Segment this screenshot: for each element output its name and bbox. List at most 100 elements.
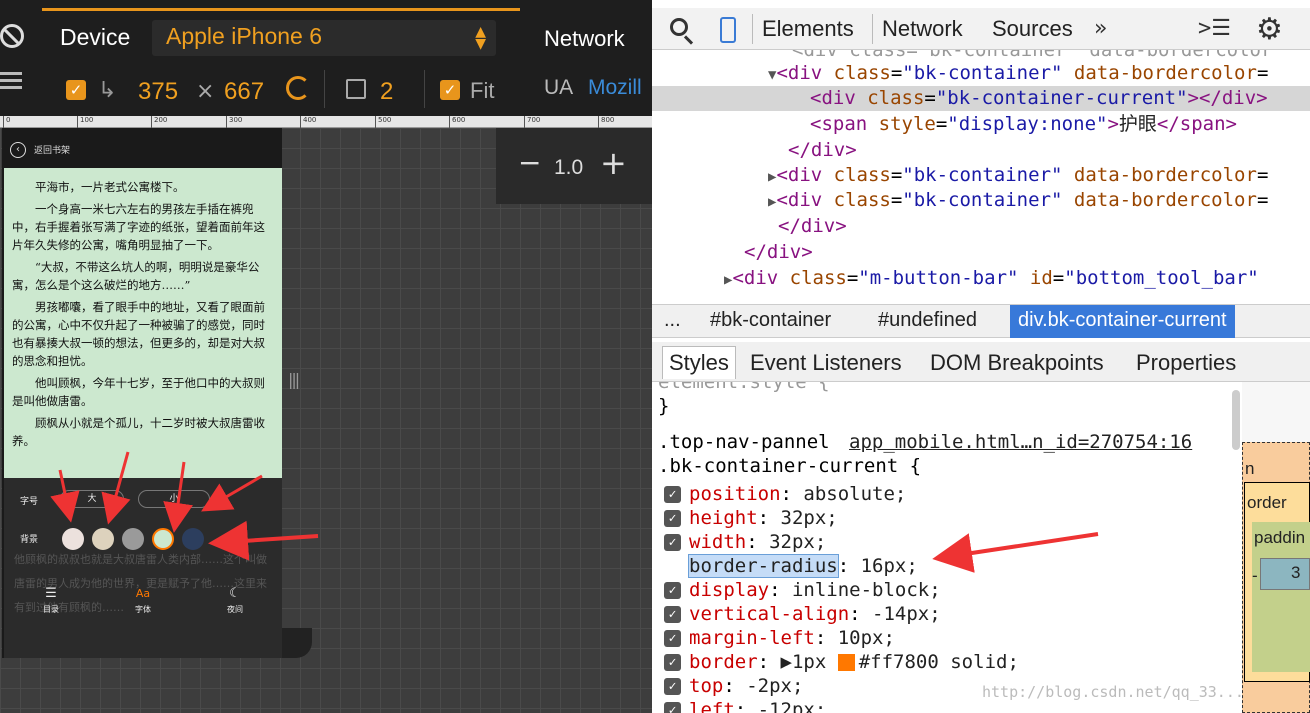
property-value[interactable]: -2px; — [746, 675, 803, 697]
source-link[interactable]: app_mobile.html…n_id=270754:16 — [849, 431, 1192, 453]
tab-event-listeners[interactable]: Event Listeners — [750, 350, 902, 376]
bg-color-swatch[interactable] — [122, 528, 144, 550]
property-name[interactable]: width — [689, 531, 746, 553]
tab-sources[interactable]: Sources — [992, 16, 1073, 42]
ban-icon[interactable] — [0, 24, 24, 48]
more-tabs-icon[interactable]: » — [1094, 16, 1107, 41]
property-value[interactable]: inline-block; — [792, 579, 941, 601]
search-icon[interactable] — [670, 18, 688, 36]
resolution-checkbox[interactable]: ✓ — [66, 80, 86, 100]
zoom-out-button[interactable]: − — [518, 146, 541, 179]
property-checkbox[interactable]: ✓ — [664, 582, 681, 599]
font-menu-item[interactable]: Aa 字体 — [128, 586, 158, 615]
dom-node[interactable]: </div> — [744, 240, 1310, 265]
dom-node[interactable]: ▼<div class="bk-container" data-borderco… — [768, 61, 1310, 86]
property-name[interactable]: height — [689, 507, 758, 529]
scrollbar[interactable] — [1232, 390, 1240, 450]
css-property[interactable]: ✓ position: absolute; — [664, 482, 906, 506]
tab-properties[interactable]: Properties — [1136, 350, 1236, 376]
selector[interactable]: .top-nav-pannel — [658, 431, 830, 453]
property-checkbox[interactable]: ✓ — [664, 678, 681, 695]
css-property[interactable]: ✓ margin-left: 10px; — [664, 626, 895, 650]
css-property[interactable]: ✓ height: 32px; — [664, 506, 838, 530]
content-size[interactable]: 3 — [1291, 563, 1300, 583]
property-checkbox[interactable]: ✓ — [664, 702, 681, 713]
selector[interactable]: .bk-container-current { — [658, 454, 921, 478]
menu-icon[interactable] — [0, 72, 22, 92]
ua-input[interactable]: Mozill — [588, 76, 642, 100]
font-big-button[interactable]: 大 — [60, 490, 124, 508]
device-mode-icon[interactable] — [720, 17, 736, 43]
bg-color-swatch[interactable] — [92, 528, 114, 550]
height-input[interactable]: 667 — [224, 78, 264, 106]
fit-checkbox[interactable]: ✓ — [440, 80, 460, 100]
padding-value[interactable]: - — [1252, 566, 1258, 586]
font-small-button[interactable]: 小 — [138, 490, 210, 508]
property-checkbox[interactable]: ✓ — [664, 486, 681, 503]
property-checkbox[interactable]: ✓ — [664, 654, 681, 671]
zoom-in-button[interactable]: + — [600, 144, 627, 182]
dom-node[interactable]: </div> — [788, 138, 1310, 163]
property-checkbox[interactable]: ✓ — [664, 630, 681, 647]
property-name[interactable]: top — [689, 675, 723, 697]
dom-node[interactable]: <span style="display:none">护眼</span> — [810, 112, 1310, 137]
css-property[interactable]: ✓ vertical-align: -14px; — [664, 602, 941, 626]
property-name[interactable]: margin-left — [689, 627, 815, 649]
tab-network[interactable]: Network — [882, 16, 963, 42]
property-name[interactable]: vertical-align — [689, 603, 849, 625]
css-property[interactable]: ✓ top: -2px; — [664, 674, 803, 698]
back-to-shelf-link[interactable]: 返回书架 — [34, 143, 70, 156]
zoom-level: 1.0 — [554, 156, 584, 179]
property-checkbox[interactable]: ✓ — [664, 606, 681, 623]
css-property[interactable]: ✓ left: -12px; — [664, 698, 826, 713]
dom-node[interactable]: ▶<div class="bk-container" data-borderco… — [768, 163, 1310, 188]
css-property-editing[interactable]: border-radius: 16px; — [688, 554, 918, 578]
toc-menu-item[interactable]: ☰ 目录 — [36, 586, 66, 615]
property-checkbox[interactable]: ✓ — [664, 534, 681, 551]
back-icon[interactable]: ‹ — [10, 142, 26, 158]
css-property[interactable]: ✓ width: 32px; — [664, 530, 826, 554]
property-name[interactable]: left — [689, 699, 735, 713]
swap-dimensions-icon[interactable] — [286, 76, 310, 100]
tab-elements[interactable]: Elements — [762, 16, 854, 42]
device-scale-input[interactable]: 2 — [380, 78, 393, 106]
css-property[interactable]: ✓ display: inline-block; — [664, 578, 941, 602]
property-name[interactable]: position — [689, 483, 781, 505]
property-value[interactable]: 32px; — [781, 507, 838, 529]
property-value[interactable]: 16px; — [861, 555, 918, 577]
property-value[interactable]: -14px; — [872, 603, 941, 625]
property-name[interactable]: border — [689, 651, 758, 673]
console-drawer-icon[interactable]: >☰ — [1198, 16, 1231, 41]
color-swatch[interactable] — [837, 654, 855, 671]
property-value[interactable]: -12px; — [758, 699, 827, 713]
breadcrumb-item[interactable]: #undefined — [878, 309, 977, 332]
width-input[interactable]: 375 — [138, 78, 178, 106]
css-property[interactable]: ✓ border: ▶1px #ff7800 solid; — [664, 650, 1019, 674]
property-value[interactable]: 10px; — [838, 627, 895, 649]
tab-dom-breakpoints[interactable]: DOM Breakpoints — [930, 350, 1104, 376]
dom-node[interactable]: ▶<div class="bk-container" data-borderco… — [768, 188, 1310, 213]
property-name-editing[interactable]: border-radius — [688, 554, 839, 578]
ruler-tick: 300 — [226, 116, 242, 128]
breadcrumb-item-selected[interactable]: div.bk-container-current — [1010, 305, 1235, 338]
property-value[interactable]: absolute; — [803, 483, 906, 505]
property-checkbox[interactable]: ✓ — [664, 510, 681, 527]
bg-color-swatch-current[interactable] — [152, 528, 174, 550]
dom-node-selected[interactable]: <div class="bk-container-current"></div> — [652, 86, 1310, 111]
breadcrumb-item[interactable]: #bk-container — [710, 309, 831, 332]
gear-icon[interactable]: ⚙ — [1256, 12, 1283, 47]
element-style-rule[interactable]: element.style { — [658, 382, 830, 394]
device-select[interactable]: Apple iPhone 6 ▲ ▼ — [152, 20, 496, 56]
resize-handle-icon[interactable]: ||| — [288, 370, 300, 389]
night-menu-item[interactable]: ☾ 夜间 — [220, 586, 250, 615]
bg-color-swatch[interactable] — [182, 528, 204, 550]
dom-node[interactable]: ▶<div class="m-button-bar" id="bottom_to… — [724, 266, 1310, 291]
property-value[interactable]: 32px; — [769, 531, 826, 553]
property-name[interactable]: display — [689, 579, 769, 601]
network-label[interactable]: Network — [544, 26, 625, 52]
dom-node[interactable]: </div> — [778, 214, 1310, 239]
bg-color-swatch[interactable] — [62, 528, 84, 550]
breadcrumb-item[interactable]: ... — [664, 309, 681, 332]
tab-styles[interactable]: Styles — [662, 346, 736, 379]
property-value[interactable]: ▶1px #ff7800 solid; — [781, 651, 1019, 673]
